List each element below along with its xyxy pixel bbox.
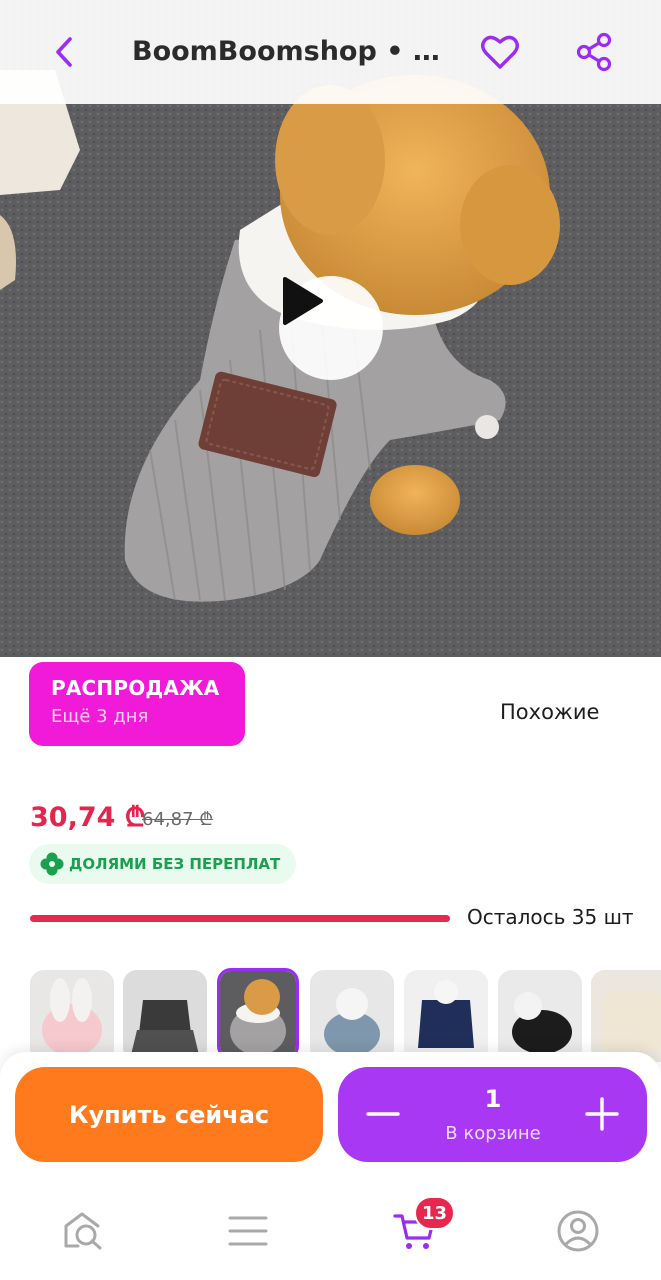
thumbnail-item[interactable] [30,970,114,1062]
stock-remaining: Осталось 35 шт [467,905,634,929]
share-icon [576,32,612,72]
thumbnail-item[interactable] [591,970,661,1062]
current-price: 30,74 ₾ [30,802,146,833]
play-video-button[interactable] [279,276,383,380]
stock-progress-bar [30,915,450,922]
heart-icon [481,35,519,69]
tab-profile[interactable] [555,1208,601,1254]
sale-remaining: Ещё 3 дня [51,706,149,727]
favorite-button[interactable] [478,30,522,74]
top-bar: BoomBoomshop • Куртка для собак [0,0,661,104]
thumbnail-image [498,970,582,1062]
cart-count-badge: 13 [414,1196,456,1230]
old-price: 64,87 ₾ [142,809,214,830]
thumbnail-image [30,970,114,1062]
thumbnail-item-selected[interactable] [217,968,299,1060]
minus-icon [366,1112,400,1116]
menu-icon [228,1216,268,1246]
profile-icon [557,1210,599,1252]
buy-now-button[interactable]: Купить сейчас [15,1067,323,1162]
increase-quantity-button[interactable] [577,1089,627,1139]
page-title: BoomBoomshop • Куртка для собак [132,36,458,67]
thumbnail-image [123,970,207,1062]
share-button[interactable] [573,30,617,74]
in-cart-label: В корзине [445,1123,541,1144]
thumbnail-item[interactable] [310,970,394,1062]
thumbnail-item[interactable] [123,970,207,1062]
installment-badge[interactable]: ДОЛЯМИ БЕЗ ПЕРЕПЛАТ [29,844,297,884]
home-search-icon [64,1212,102,1250]
thumbnail-image [404,970,488,1062]
thumbnail-strip[interactable] [0,968,661,1064]
sale-label: РАСПРОДАЖА [51,676,220,700]
play-icon [283,277,323,325]
plus-icon [585,1097,619,1131]
thumbnail-item[interactable] [404,970,488,1062]
thumbnail-image [591,970,661,1062]
chevron-left-icon [56,37,72,67]
installment-label: ДОЛЯМИ БЕЗ ПЕРЕПЛАТ [69,855,281,873]
thumbnail-image [220,971,296,1057]
similar-link[interactable]: Похожие [500,700,630,724]
thumbnail-image [310,970,394,1062]
thumbnail-item[interactable] [498,970,582,1062]
cart-quantity-stepper: 1 В корзине [338,1067,647,1162]
purchase-bar: Купить сейчас 1 В корзине [0,1052,661,1178]
tab-home[interactable] [61,1208,107,1254]
back-button[interactable] [48,34,82,70]
sale-badge[interactable]: РАСПРОДАЖА Ещё 3 дня [29,662,245,746]
bottom-navigation [0,1178,661,1280]
tab-catalog[interactable] [225,1208,271,1254]
clover-icon [40,852,64,876]
decrease-quantity-button[interactable] [358,1089,408,1139]
cart-quantity: 1 [484,1085,502,1113]
